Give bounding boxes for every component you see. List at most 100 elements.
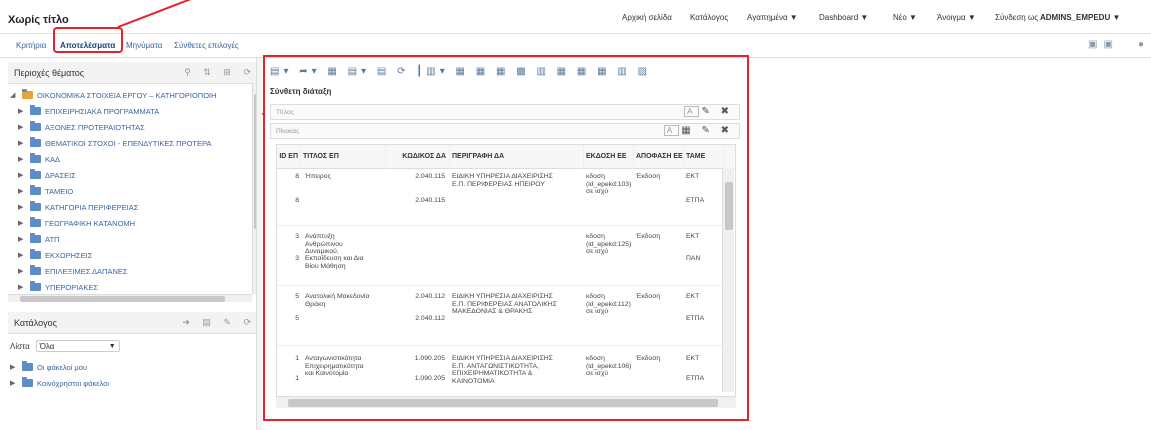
table-vertical-scrollbar[interactable]: [722, 168, 734, 392]
catalog-title: Κατάλογος: [14, 318, 57, 328]
tree-item[interactable]: ▶ ΥΠΕΡΟΡΙΑΚΕΣ: [18, 280, 98, 294]
folder-label: Οι φάκελοί μου: [37, 362, 88, 372]
table-cell-title: Ανάπτυξη Ανθρώπινου Δυναμικού,: [305, 233, 343, 255]
table-cell-code: 2.040.112: [415, 293, 445, 300]
folder-icon: [30, 137, 41, 147]
format-icon[interactable]: A: [684, 106, 700, 117]
tree-root[interactable]: ◢ ΟΙΚΟΝΟΜΙΚΑ ΣΤΟΙΧΕΙΑ ΕΡΓΟΥ – ΚΑΤΗΓΟΡΙΟΠ…: [10, 88, 217, 102]
tree-item[interactable]: ▶ ΔΡΑΣΕΙΣ: [18, 168, 76, 182]
column-header[interactable]: ΕΚΔΟΣΗ ΕΕ: [584, 145, 634, 169]
catalog-list-row: Λίστα Όλα ▼: [10, 340, 120, 352]
tree-item[interactable]: ▶ ΕΚΧΩΡΗΣΕΙΣ: [18, 248, 92, 262]
results-toolbar[interactable]: ▤▾ ➦▾ ▦ ▤▾ ▤ ⟳ ┃▥▾ ▦ ▦ ▦ ▩ ▥ ▦ ▦ ▦ ▥ ▨: [270, 66, 740, 82]
folder-icon: [22, 89, 33, 99]
folder-icon: [30, 265, 41, 275]
table-cell-code: 2.040.115: [415, 197, 445, 204]
tree-item[interactable]: ▶ ΕΠΙΛΕΞΙΜΕΣ ΔΑΠΑΝΕΣ: [18, 264, 128, 278]
nav-favorites[interactable]: Αγαπημένα ▼: [747, 13, 798, 22]
nav-home[interactable]: Αρχική σελίδα: [622, 13, 672, 22]
tree-item[interactable]: ▶ ΑΤΠ: [18, 232, 59, 246]
list-label: Λίστα: [10, 341, 30, 351]
folder-icon: [30, 201, 41, 211]
subject-tree: ◢ ΟΙΚΟΝΟΜΙΚΑ ΣΤΟΙΧΕΙΑ ΕΡΓΟΥ – ΚΑΤΗΓΟΡΙΟΠ…: [8, 82, 252, 294]
format-icon[interactable]: A: [663, 125, 680, 136]
table-cell-fund: ΕΚΤ: [686, 355, 700, 362]
tree-item-label: ΤΑΜΕΙΟ: [45, 186, 74, 196]
nav-new[interactable]: Νέο ▼: [893, 13, 917, 22]
scroll-thumb[interactable]: [20, 296, 225, 302]
table-view-actions[interactable]: A ▦ ✎ ✖: [663, 125, 733, 136]
folder-icon: [22, 377, 33, 387]
tree-item[interactable]: ▶ ΘΕΜΑΤΙΚΟΙ ΣΤΟΧΟΙ - ΕΠΕΝΔΥΤΙΚΕΣ ΠΡΟΤΕΡΑ: [18, 136, 211, 150]
tree-item-label: ΑΞΟΝΕΣ ΠΡΟΤΕΡΑΙΟΤΗΤΑΣ: [45, 122, 145, 132]
save-icon[interactable]: ▣▣: [1088, 39, 1119, 50]
tree-item-label: ΘΕΜΑΤΙΚΟΙ ΣΤΟΧΟΙ - ΕΠΕΝΔΥΤΙΚΕΣ ΠΡΟΤΕΡΑ: [45, 138, 212, 148]
table-cell-id: 5: [295, 315, 299, 322]
column-header[interactable]: ID ΕΠ: [277, 145, 301, 169]
results-table: ID ΕΠ ΤΙΤΛΟΣ ΕΠ ΚΩΔΙΚΟΣ ΔΑ ΠΕΡΙΓΡΑΦΗ ΔΑ …: [276, 144, 736, 408]
table-cell-id: 3: [295, 233, 299, 240]
tab-messages[interactable]: Μηνύματα: [126, 41, 162, 50]
tree-item-label: ΕΚΧΩΡΗΣΕΙΣ: [45, 250, 93, 260]
table-cell-issue: κδοση (id_epekd:125) σε ισχύ: [586, 233, 632, 255]
tab-advanced[interactable]: Σύνθετες επιλογές: [174, 41, 239, 50]
folder-label: Κοινόχρηστοι φάκελοι: [37, 378, 110, 388]
folder-icon: [30, 169, 41, 179]
catalog-folder[interactable]: ▶ Κοινόχρηστοι φάκελοι: [10, 376, 109, 390]
table-cell-dec: Έκδοση: [636, 355, 661, 362]
column-header[interactable]: ΤΑΜΕ: [684, 145, 724, 169]
table-horizontal-scrollbar[interactable]: [276, 396, 736, 408]
table-header-row: ID ΕΠ ΤΙΤΛΟΣ ΕΠ ΚΩΔΙΚΟΣ ΔΑ ΠΕΡΙΓΡΑΦΗ ΔΑ …: [277, 145, 735, 169]
tree-item-label: ΓΕΩΓΡΑΦΙΚΗ ΚΑΤΑΝΟΜΗ: [45, 218, 136, 228]
table-view-header: Πίνακας A ▦ ✎ ✖: [270, 123, 740, 139]
tree-item[interactable]: ▶ ΚΑΤΗΓΟΡΙΑ ΠΕΡΙΦΕΡΕΙΑΣ: [18, 200, 138, 214]
table-cell-id: 5: [295, 293, 299, 300]
column-header[interactable]: ΤΙΤΛΟΣ ΕΠ: [301, 145, 386, 169]
tree-item[interactable]: ▶ ΕΠΙΧΕΙΡΗΣΙΑΚΑ ΠΡΟΓΡΑΜΜΑΤΑ: [18, 104, 159, 118]
title-view-actions[interactable]: A ✎ ✖: [684, 106, 733, 117]
pane-splitter[interactable]: [256, 58, 262, 430]
column-header[interactable]: ΚΩΔΙΚΟΣ ΔΑ: [386, 145, 450, 169]
help-icon[interactable]: ●: [1138, 39, 1144, 50]
table-cell-title: Εκπαίδευση και Δια Βίου Μάθηση: [305, 255, 364, 270]
signed-in-label: Σύνδεση ως: [995, 13, 1039, 22]
subject-areas-title: Περιοχές θέματος: [14, 68, 85, 78]
nav-open[interactable]: Άνοιγμα ▼: [937, 13, 976, 22]
nav-dashboard[interactable]: Dashboard ▼: [819, 13, 868, 22]
table-cell-fund: ΕΚΤ: [686, 233, 700, 240]
row-separator: [277, 345, 723, 346]
tree-item-label: ΟΙΚΟΝΟΜΙΚΑ ΣΤΟΙΧΕΙΑ ΕΡΓΟΥ – ΚΑΤΗΓΟΡΙΟΠΟΙ…: [37, 90, 217, 100]
subject-areas-toolbar-icons[interactable]: ⚲ ⇅ ⊞ ⟳: [184, 67, 256, 78]
scroll-thumb[interactable]: [288, 399, 718, 407]
catalog-header: Κατάλογος ➜ ▤ ✎ ⟳: [8, 312, 262, 334]
table-cell-desc: ΕΙΔΙΚΗ ΥΠΗΡΕΣΙΑ ΔΙΑΧΕΙΡΙΣΗΣ Ε.Π. ΑΝΤΑΓΩΝ…: [452, 355, 553, 385]
folder-icon: [30, 281, 41, 291]
tree-item[interactable]: ▶ ΚΑΔ: [18, 152, 60, 166]
scroll-thumb[interactable]: [725, 182, 733, 230]
title-view: Τίτλος A ✎ ✖: [270, 104, 740, 120]
tree-horizontal-scrollbar[interactable]: [8, 294, 252, 302]
catalog-folder[interactable]: ▶ Οι φάκελοί μου: [10, 360, 87, 374]
tree-item[interactable]: ▶ ΓΕΩΓΡΑΦΙΚΗ ΚΑΤΑΝΟΜΗ: [18, 216, 135, 230]
folder-icon: [30, 121, 41, 131]
tree-item-label: ΚΑΔ: [45, 154, 61, 164]
table-cell-id: 1: [295, 355, 299, 362]
table-cell-id: 8: [295, 173, 299, 180]
table-cell-dec: Έκδοση: [636, 173, 661, 180]
folder-icon: [30, 217, 41, 227]
nav-catalog[interactable]: Κατάλογος: [690, 13, 728, 22]
catalog-toolbar-icons[interactable]: ➜ ▤ ✎ ⟳: [182, 317, 256, 328]
table-cell-desc: ΕΙΔΙΚΗ ΥΠΗΡΕΣΙΑ ΔΙΑΧΕΙΡΙΣΗΣ Ε.Π. ΠΕΡΙΦΕΡ…: [452, 173, 553, 188]
left-pane: Περιοχές θέματος ⚲ ⇅ ⊞ ⟳ ◢ ΟΙΚΟΝΟΜΙΚΑ ΣΤ…: [8, 58, 262, 430]
table-cell-fund: ΕΚΤ: [686, 293, 700, 300]
column-header[interactable]: ΑΠΟΦΑΣΗ ΕΕ: [634, 145, 684, 169]
user-menu[interactable]: ADMINS_EMPEDU ▼: [1040, 13, 1120, 22]
list-select[interactable]: Όλα ▼: [35, 340, 120, 352]
tree-item[interactable]: ▶ ΤΑΜΕΙΟ: [18, 184, 73, 198]
tree-item[interactable]: ▶ ΑΞΟΝΕΣ ΠΡΟΤΕΡΑΙΟΤΗΤΑΣ: [18, 120, 145, 134]
folder-icon: [30, 105, 41, 115]
tab-criteria[interactable]: Κριτήρια: [16, 41, 46, 50]
column-header[interactable]: ΠΕΡΙΓΡΑΦΗ ΔΑ: [450, 145, 584, 169]
table-cell-fund: ΕΚΤ: [686, 173, 700, 180]
folder-icon: [30, 153, 41, 163]
